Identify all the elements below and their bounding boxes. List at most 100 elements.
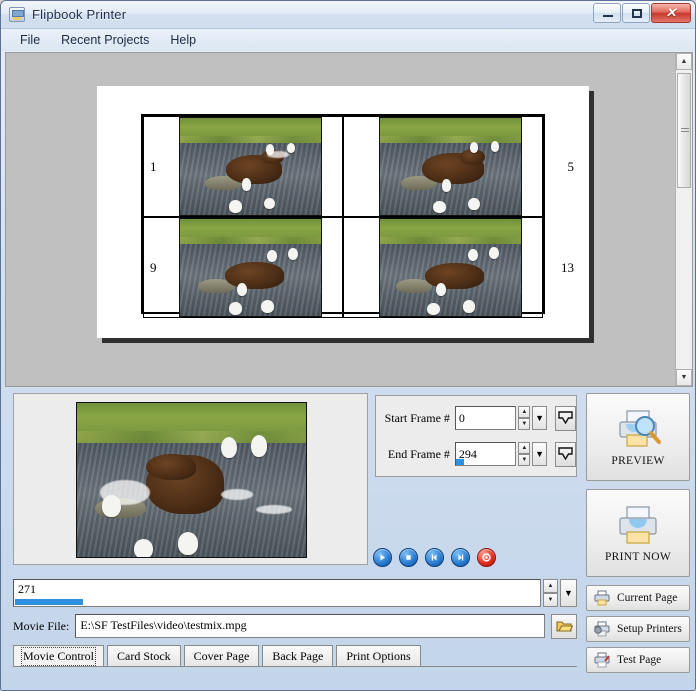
browse-movie-file-button[interactable] [551, 613, 577, 639]
frame-position-dropdown[interactable]: ▼ [560, 579, 577, 607]
prev-frame-button[interactable] [425, 548, 444, 567]
title-bar: Flipbook Printer ✕ [1, 1, 695, 29]
spin-up-icon[interactable]: ▲ [518, 442, 531, 454]
menu-file[interactable]: File [11, 30, 49, 50]
start-frame-field-wrap [454, 406, 517, 430]
print-preview-canvas[interactable]: 1 5 9 13 ▲ ▼ [5, 52, 693, 387]
set-start-frame-button[interactable] [554, 405, 576, 431]
lower-panel: Start Frame # ▲ ▼ ▼ End Frame # [5, 393, 693, 686]
printer-settings-icon [594, 621, 610, 637]
end-frame-spinner[interactable]: ▲ ▼ [518, 442, 531, 466]
application-window: Flipbook Printer ✕ File Recent Projects … [0, 0, 696, 691]
end-frame-progress [455, 459, 464, 465]
scroll-down-icon[interactable]: ▼ [676, 369, 692, 386]
frame-position-progress [15, 599, 83, 605]
maximize-button[interactable] [622, 3, 650, 23]
window-controls: ✕ [593, 3, 691, 23]
video-preview-panel [13, 393, 368, 565]
print-now-button[interactable]: PRINT NOW [586, 489, 690, 577]
frame-number: 5 [567, 158, 575, 174]
tab-movie-control[interactable]: Movie Control [13, 645, 104, 667]
playback-transport [373, 548, 496, 567]
play-icon [380, 554, 385, 561]
frame-cell[interactable]: 5 [343, 116, 574, 217]
action-button-column: PREVIEW PRINT NOW Current Page Setup Pri… [586, 393, 690, 678]
start-frame-input[interactable] [454, 406, 517, 430]
tab-card-stock[interactable]: Card Stock [107, 645, 181, 667]
capture-frame-icon [558, 446, 573, 460]
set-end-frame-button[interactable] [554, 441, 576, 467]
menu-bar: File Recent Projects Help [1, 29, 695, 51]
menu-recent-projects[interactable]: Recent Projects [52, 30, 158, 50]
test-page-label: Test Page [617, 654, 662, 666]
preview-scrollbar[interactable]: ▲ ▼ [675, 53, 692, 386]
record-button[interactable] [477, 548, 496, 567]
settings-tabs: Movie Control Card Stock Cover Page Back… [13, 645, 421, 667]
frame-number: 9 [150, 259, 157, 275]
movie-file-row: Movie File: E:\SF TestFiles\video\testmi… [13, 613, 577, 639]
movie-file-label: Movie File: [13, 618, 70, 633]
start-frame-dropdown[interactable]: ▼ [532, 406, 547, 430]
frame-thumbnail [178, 117, 322, 216]
frame-cell[interactable]: 13 [343, 217, 574, 318]
frame-position-spinner[interactable]: ▲ ▼ [543, 579, 558, 607]
movie-file-input[interactable]: E:\SF TestFiles\video\testmix.mpg [75, 614, 545, 638]
frame-range-panel: Start Frame # ▲ ▼ ▼ End Frame # [375, 395, 577, 477]
spin-up-icon[interactable]: ▲ [518, 406, 531, 418]
test-page-printer-icon [594, 652, 610, 668]
preview-button[interactable]: PREVIEW [586, 393, 690, 481]
end-frame-label: End Frame # [387, 446, 450, 461]
current-page-button[interactable]: Current Page [586, 585, 690, 611]
setup-printers-label: Setup Printers [617, 623, 682, 635]
play-button[interactable] [373, 548, 392, 567]
setup-printers-button[interactable]: Setup Printers [586, 616, 690, 642]
scroll-up-icon[interactable]: ▲ [676, 53, 692, 70]
test-page-button[interactable]: Test Page [586, 647, 690, 673]
menu-help[interactable]: Help [161, 30, 205, 50]
next-frame-button[interactable] [451, 548, 470, 567]
video-preview-image[interactable] [76, 402, 307, 558]
next-icon [458, 554, 464, 561]
stop-button[interactable] [399, 548, 418, 567]
stop-icon [406, 555, 411, 560]
frame-position-field[interactable]: 271 [13, 579, 541, 607]
tab-cover-page[interactable]: Cover Page [183, 645, 260, 667]
printer-icon [9, 7, 25, 22]
frame-position-row: 271 ▲ ▼ ▼ [13, 579, 577, 607]
preview-page: 1 5 9 13 [97, 86, 589, 338]
close-button[interactable]: ✕ [651, 3, 691, 23]
end-frame-input[interactable] [454, 442, 517, 466]
spin-down-icon[interactable]: ▼ [518, 454, 531, 466]
print-now-button-label: PRINT NOW [604, 550, 672, 563]
preview-button-label: PREVIEW [611, 454, 665, 467]
spin-down-icon[interactable]: ▼ [518, 418, 531, 430]
frame-thumbnail [378, 218, 522, 317]
frame-position-value: 271 [18, 582, 36, 596]
start-frame-spinner[interactable]: ▲ ▼ [518, 406, 531, 430]
current-page-label: Current Page [617, 592, 678, 604]
tab-back-page[interactable]: Back Page [262, 645, 334, 667]
frame-cell[interactable]: 9 [143, 217, 343, 318]
folder-open-icon [555, 620, 573, 632]
printer-icon [594, 590, 610, 606]
frame-number: 13 [561, 259, 574, 275]
spin-down-icon[interactable]: ▼ [543, 593, 558, 607]
print-now-printer-icon [619, 505, 657, 544]
start-frame-row: Start Frame # ▲ ▼ ▼ [382, 404, 576, 432]
record-icon [482, 553, 491, 562]
tab-print-options[interactable]: Print Options [336, 645, 421, 667]
frame-thumbnail [378, 117, 522, 216]
preview-printer-icon [619, 409, 661, 447]
frame-thumbnail [178, 218, 322, 317]
end-frame-row: End Frame # ▲ ▼ ▼ [382, 440, 576, 468]
minimize-button[interactable] [593, 3, 621, 23]
previous-icon [431, 554, 437, 561]
spin-up-icon[interactable]: ▲ [543, 579, 558, 593]
start-frame-label: Start Frame # [384, 410, 450, 425]
frame-number: 1 [150, 158, 157, 174]
scrollbar-thumb[interactable] [677, 73, 691, 188]
end-frame-dropdown[interactable]: ▼ [532, 442, 547, 466]
tab-strip-divider [13, 666, 577, 667]
frame-cell[interactable]: 1 [143, 116, 343, 217]
capture-frame-icon [558, 410, 573, 424]
